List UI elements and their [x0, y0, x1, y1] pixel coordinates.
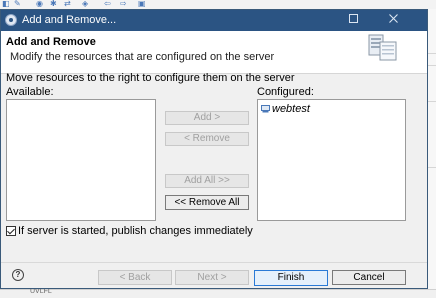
available-list[interactable]: [6, 99, 156, 221]
close-button[interactable]: [385, 13, 401, 27]
list-item-label: webtest: [272, 103, 310, 115]
help-icon[interactable]: ?: [12, 269, 24, 281]
dialog-title: Add and Remove...: [22, 14, 117, 26]
open-perspective-icon[interactable]: ▣: [138, 0, 146, 8]
available-label: Available:: [6, 86, 54, 98]
next-button[interactable]: Next >: [175, 270, 249, 285]
publish-checkbox[interactable]: [6, 226, 16, 236]
status-text: UVLFL: [30, 288, 52, 295]
back-icon[interactable]: ⇦: [104, 0, 111, 8]
forward-icon[interactable]: ⇨: [120, 0, 127, 8]
web-module-icon: [261, 105, 270, 113]
add-remove-dialog: Add and Remove... Add and Remove Modify …: [0, 9, 428, 289]
debug-icon[interactable]: ✱: [50, 0, 57, 8]
publish-checkbox-label: If server is started, publish changes im…: [18, 225, 253, 237]
close-icon: [388, 14, 398, 23]
ide-side-panel: [428, 9, 436, 297]
dialog-titlebar[interactable]: Add and Remove...: [1, 10, 427, 31]
add-button[interactable]: Add >: [165, 111, 249, 125]
instruction-text: Move resources to the right to configure…: [6, 72, 295, 84]
add-all-button[interactable]: Add All >>: [165, 174, 249, 188]
maximize-icon: [348, 14, 358, 23]
navigate-icon[interactable]: ⇄: [64, 0, 71, 8]
annotation-icon[interactable]: ◈: [82, 0, 88, 8]
maximize-button[interactable]: [345, 13, 361, 27]
search-icon[interactable]: ◉: [36, 0, 43, 8]
finish-button[interactable]: Finish: [254, 270, 328, 286]
header-description: Modify the resources that are configured…: [10, 51, 275, 63]
remove-all-button[interactable]: << Remove All: [165, 195, 249, 210]
server-wizard-icon: [368, 34, 397, 61]
cancel-button[interactable]: Cancel: [332, 270, 406, 285]
back-button[interactable]: < Back: [98, 270, 172, 285]
list-item[interactable]: webtest: [261, 103, 310, 115]
eclipse-icon: [5, 14, 17, 26]
header-title: Add and Remove: [6, 36, 96, 48]
ide-toolbar: ◧ ✎ ◉ ✱ ⇄ ◈ ⇦ ⇨ ▣: [0, 0, 436, 9]
new-icon[interactable]: ◧: [2, 0, 10, 8]
remove-button[interactable]: < Remove: [165, 132, 249, 146]
configured-label: Configured:: [257, 86, 314, 98]
dialog-header: Add and Remove Modify the resources that…: [1, 31, 427, 74]
edit-icon[interactable]: ✎: [14, 0, 21, 8]
footer-separator: [1, 262, 427, 263]
configured-list[interactable]: webtest: [257, 99, 406, 221]
